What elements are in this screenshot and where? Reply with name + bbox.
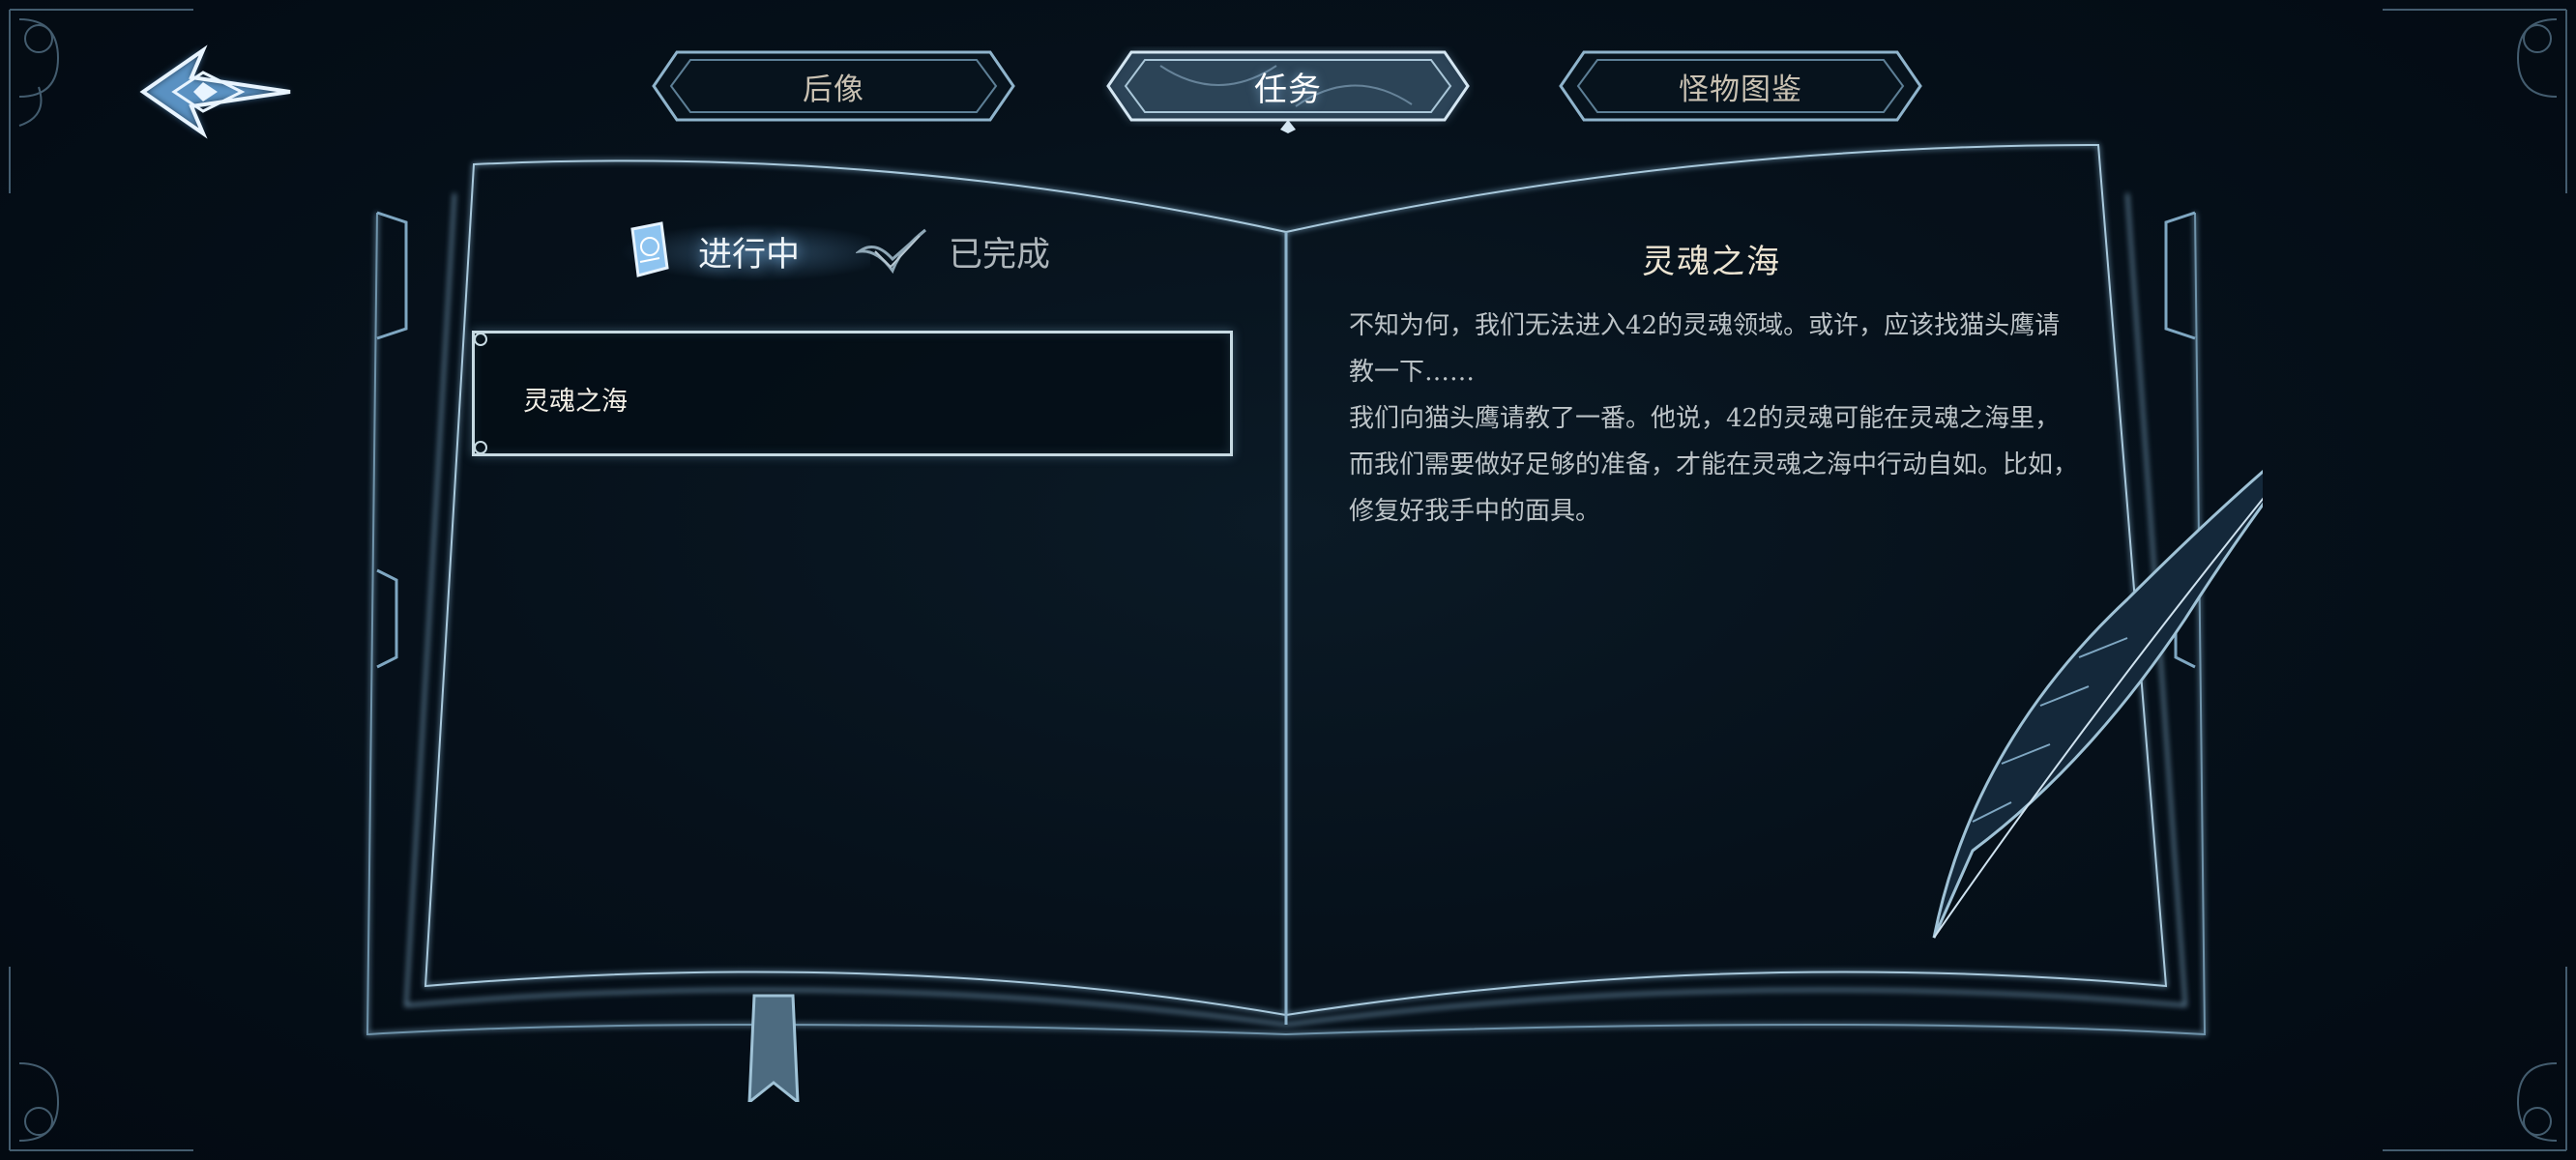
corner-ornament-icon xyxy=(2383,9,2567,193)
scroll-icon xyxy=(630,221,669,277)
tab-quest-label: 任务 xyxy=(1254,70,1322,109)
quest-list-item[interactable]: 灵魂之海 xyxy=(472,331,1233,456)
frame-corner-icon xyxy=(474,333,487,346)
quest-detail-paragraph: 不知为何，我们无法进入42的灵魂领域。或许，应该找猫头鹰请教一下…… xyxy=(1349,311,2061,387)
back-arrow-icon xyxy=(139,44,291,139)
tab-bestiary-label: 怪物图鉴 xyxy=(1679,72,1802,107)
frame-corner-icon xyxy=(474,441,487,454)
quest-detail-title: 灵魂之海 xyxy=(1642,243,1781,281)
corner-ornament-icon xyxy=(2383,967,2567,1151)
quill-check-icon xyxy=(856,228,926,275)
quest-name: 灵魂之海 xyxy=(523,387,628,417)
tab-afterimage-label: 后像 xyxy=(803,72,864,107)
tab-quest[interactable]: 任务 xyxy=(1102,46,1474,133)
subtab-completed[interactable]: 已完成 xyxy=(856,218,1050,285)
subtab-completed-label: 已完成 xyxy=(949,235,1051,275)
subtab-ongoing[interactable]: 进行中 xyxy=(619,218,870,285)
subtab-ongoing-label: 进行中 xyxy=(698,235,801,275)
tab-bestiary[interactable]: 怪物图鉴 xyxy=(1555,46,1926,126)
bookmark-ribbon-icon xyxy=(747,994,800,1102)
open-book xyxy=(366,143,2263,1102)
quest-detail-body: 不知为何，我们无法进入42的灵魂领域。或许，应该找猫头鹰请教一下…… 我们向猫头… xyxy=(1349,303,2084,535)
corner-ornament-icon xyxy=(9,967,193,1151)
quest-detail-paragraph: 我们向猫头鹰请教了一番。他说，42的灵魂可能在灵魂之海里，而我们需要做好足够的准… xyxy=(1349,404,2079,526)
tab-afterimage[interactable]: 后像 xyxy=(648,46,1019,126)
back-button[interactable] xyxy=(135,39,309,145)
